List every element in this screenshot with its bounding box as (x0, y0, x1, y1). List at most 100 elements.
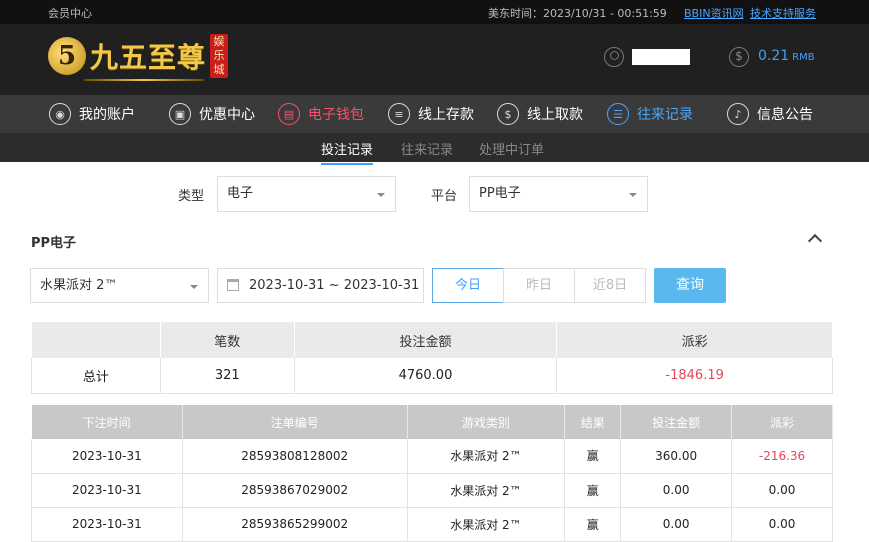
bet-time: 2023-10-31 (31, 507, 183, 542)
chevron-down-icon (377, 193, 385, 197)
nav-label: 电子钱包 (308, 107, 364, 123)
bet-order-id: 28593865299002 (182, 507, 408, 542)
bell-icon: ♪ (727, 103, 749, 125)
summary-table: 笔数 投注金额 派彩 总计 321 4760.00 -1846.19 (31, 322, 833, 394)
date-range-value: 2023-10-31 ~ 2023-10-31 (249, 278, 420, 293)
bet-detail-table: 下注时间 注单编号 游戏类别 结果 投注金额 派彩 2023-10-31 285… (31, 405, 833, 542)
bet-order-id: 28593808128002 (182, 439, 408, 474)
chevron-up-icon[interactable] (807, 233, 823, 249)
range-yesterday-button[interactable]: 昨日 (503, 268, 575, 303)
summary-payout: -1846.19 (556, 358, 833, 394)
game-select[interactable]: 水果派对 2™ (30, 268, 209, 303)
game-category: 水果派对 2™ (407, 439, 566, 474)
summary-row: 总计 321 4760.00 -1846.19 (31, 358, 833, 394)
bet-order-id: 28593867029002 (182, 473, 408, 508)
top-strip: 会员中心 美东时间：2023/10/31 - 00:51:59 BBIN资讯网 … (0, 0, 869, 24)
date-range-input[interactable]: 2023-10-31 ~ 2023-10-31 (217, 268, 424, 303)
table-row: 2023-10-31 28593865299002 水果派对 2™ 赢 0.00… (31, 507, 833, 542)
bet-result: 赢 (564, 473, 622, 508)
gift-icon: ▣ (169, 103, 191, 125)
nav-label: 信息公告 (757, 107, 813, 123)
detail-header-row: 下注时间 注单编号 游戏类别 结果 投注金额 派彩 (31, 405, 833, 439)
detail-header: 投注金额 (620, 405, 733, 439)
sub-nav: 投注记录 往来记录 处理中订单 (0, 133, 869, 165)
member-center-label: 会员中心 (48, 7, 92, 20)
nav-online-deposit[interactable]: ≡ 线上存款 (388, 95, 474, 133)
nav-transaction-records[interactable]: ☰ 往来记录 (607, 95, 693, 133)
currency-label: RMB (792, 52, 815, 63)
range-last8days-button[interactable]: 近8日 (574, 268, 646, 303)
nav-my-account[interactable]: ◉ 我的账户 (49, 95, 135, 133)
platform-select-value: PP电子 (479, 186, 521, 201)
dollar-icon: $ (729, 47, 749, 67)
username-redacted (632, 49, 690, 65)
platform-label: 平台 (431, 189, 458, 204)
payout: -216.36 (731, 439, 833, 474)
game-category: 水果派对 2™ (407, 473, 566, 508)
nav-label: 优惠中心 (199, 107, 255, 123)
range-today-button[interactable]: 今日 (432, 268, 504, 303)
user-icon: ◉ (49, 103, 71, 125)
tab-bet-records[interactable]: 投注记录 (321, 139, 374, 165)
summary-total-label: 总计 (31, 358, 161, 394)
nav-online-withdraw[interactable]: $ 线上取款 (497, 95, 583, 133)
detail-header: 注单编号 (182, 405, 408, 439)
bet-result: 赢 (564, 507, 622, 542)
chevron-down-icon (190, 285, 198, 289)
type-select-value: 电子 (227, 186, 254, 201)
summary-bet-amount: 4760.00 (294, 358, 558, 394)
logo-mark: 5 (48, 37, 86, 75)
summary-header (31, 322, 161, 358)
detail-header: 派彩 (731, 405, 833, 439)
bet-amount: 0.00 (620, 473, 733, 508)
summary-header: 投注金额 (294, 322, 558, 358)
us-east-time: 美东时间：2023/10/31 - 00:51:59 (488, 7, 667, 20)
tab-pending-orders[interactable]: 处理中订单 (479, 139, 544, 158)
balance-value: 0.21 (758, 48, 790, 64)
detail-header: 下注时间 (31, 405, 183, 439)
records-icon: ☰ (607, 103, 629, 125)
nav-e-wallet[interactable]: ▤ 电子钱包 (278, 95, 364, 133)
brand-badge: 娱乐城 (210, 34, 229, 78)
table-row: 2023-10-31 28593867029002 水果派对 2™ 赢 0.00… (31, 473, 833, 508)
nav-label: 线上存款 (418, 107, 474, 123)
bet-result: 赢 (564, 439, 622, 474)
type-select[interactable]: 电子 (217, 176, 396, 212)
table-row: 2023-10-31 28593808128002 水果派对 2™ 赢 360.… (31, 439, 833, 474)
query-button[interactable]: 查询 (654, 268, 726, 303)
game-select-value: 水果派对 2™ (40, 278, 118, 293)
user-icon (604, 47, 624, 67)
summary-count: 321 (160, 358, 295, 394)
detail-header: 游戏类别 (407, 405, 566, 439)
bet-amount: 0.00 (620, 507, 733, 542)
summary-header: 派彩 (556, 322, 833, 358)
nav-promotions[interactable]: ▣ 优惠中心 (169, 95, 255, 133)
main-nav: ◉ 我的账户 ▣ 优惠中心 ▤ 电子钱包 ≡ 线上存款 $ 线上取款 ☰ 往来记… (0, 95, 869, 133)
platform-select[interactable]: PP电子 (469, 176, 648, 212)
summary-header-row: 笔数 投注金额 派彩 (31, 322, 833, 358)
bet-amount: 360.00 (620, 439, 733, 474)
wallet-icon: ▤ (278, 103, 300, 125)
summary-header: 笔数 (160, 322, 295, 358)
logo-underline (84, 79, 204, 81)
tab-transaction-records[interactable]: 往来记录 (401, 139, 453, 158)
section-title: PP电子 (31, 236, 77, 251)
brand-name: 九五至尊 (90, 41, 207, 74)
detail-header: 结果 (564, 405, 622, 439)
nav-label: 我的账户 (79, 107, 135, 123)
game-category: 水果派对 2™ (407, 507, 566, 542)
payout: 0.00 (731, 507, 833, 542)
nav-announcements[interactable]: ♪ 信息公告 (727, 95, 813, 133)
chevron-down-icon (629, 193, 637, 197)
calendar-icon (227, 279, 239, 291)
brand-logo[interactable]: 5 九五至尊 娱乐城 (48, 34, 229, 78)
account-balance: 0.21 RMB (758, 48, 815, 64)
header: 5 九五至尊 娱乐城 $ 0.21 RMB (0, 24, 869, 95)
type-label: 类型 (178, 189, 205, 204)
nav-label: 往来记录 (637, 107, 693, 123)
nav-label: 线上取款 (527, 107, 583, 123)
bbin-news-link[interactable]: BBIN资讯网 (684, 5, 744, 21)
deposit-icon: ≡ (388, 103, 410, 125)
tech-support-link[interactable]: 技术支持服务 (750, 5, 816, 21)
bet-time: 2023-10-31 (31, 473, 183, 508)
